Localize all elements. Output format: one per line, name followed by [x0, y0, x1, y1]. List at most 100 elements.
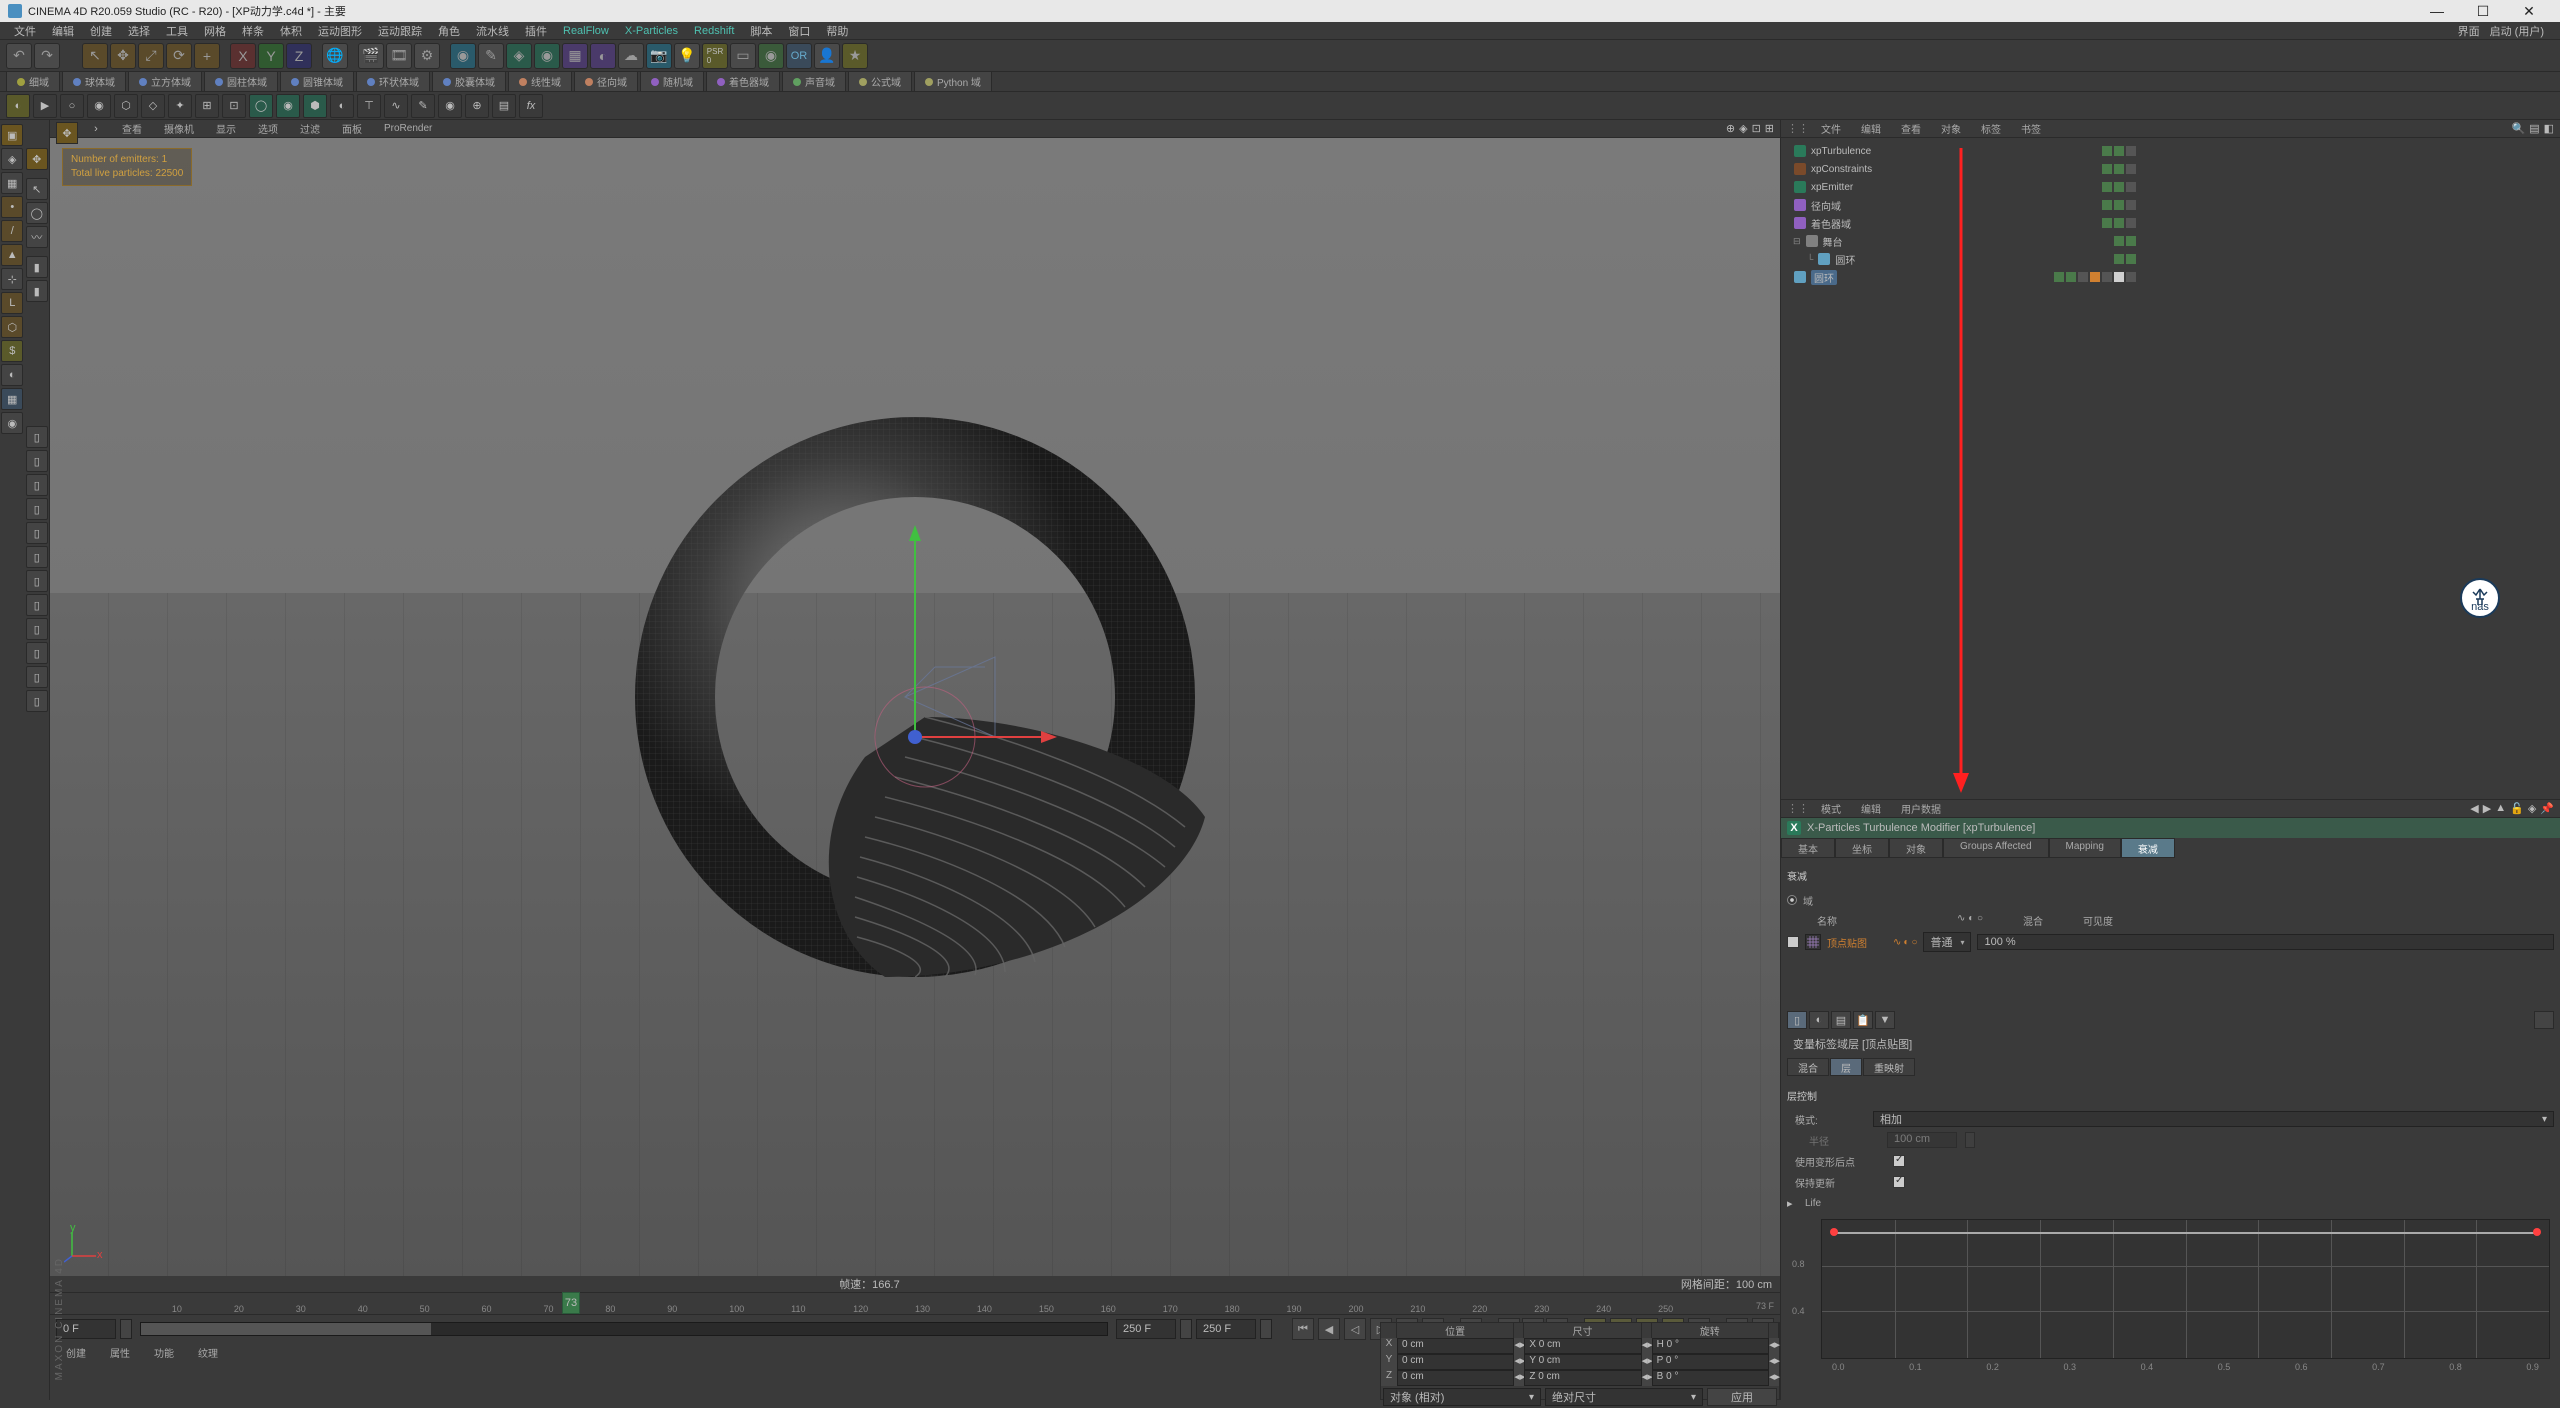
modeling-tool-8[interactable]: ▯: [26, 594, 48, 616]
attr-menu-userdata[interactable]: 用户数据: [1893, 801, 1949, 816]
workplane-snap[interactable]: ◐: [1, 364, 23, 386]
shelf-tab-1[interactable]: 球体域: [62, 71, 126, 92]
shelf-icon-18[interactable]: ⊕: [465, 94, 489, 118]
menu-网格[interactable]: 网格: [196, 23, 234, 39]
torus-object[interactable]: [565, 357, 1265, 1057]
obj-name[interactable]: 舞台: [1823, 234, 1843, 249]
shelf-tab-3[interactable]: 圆柱体域: [204, 71, 278, 92]
om-menu-view[interactable]: 查看: [1893, 121, 1929, 136]
subdivision-button[interactable]: ◈: [506, 43, 532, 69]
attr-tab-coord[interactable]: 坐标: [1835, 838, 1889, 858]
shelf-icon-19[interactable]: ▤: [492, 94, 516, 118]
vp-menu-panel[interactable]: 面板: [336, 121, 368, 136]
menu-文件[interactable]: 文件: [6, 23, 44, 39]
layer-tab-layer[interactable]: 层: [1830, 1058, 1862, 1076]
shelf-tab-6[interactable]: 胶囊体域: [432, 71, 506, 92]
obj-name[interactable]: xpConstraints: [1811, 164, 1872, 175]
tab-texture[interactable]: 纹理: [188, 1344, 228, 1361]
grid-button[interactable]: ▦: [1, 388, 23, 410]
menu-运动跟踪[interactable]: 运动跟踪: [370, 23, 430, 39]
attr-tab-basic[interactable]: 基本: [1781, 838, 1835, 858]
attr-new-icon[interactable]: ◈: [2528, 802, 2536, 815]
shelf-tab-7[interactable]: 线性域: [508, 71, 572, 92]
tree-row-1[interactable]: xpConstraints: [1785, 160, 2556, 178]
bookmark-button[interactable]: ★: [842, 43, 868, 69]
shelf-icon-8[interactable]: ⊞: [195, 94, 219, 118]
obj-name[interactable]: 径向域: [1811, 198, 1841, 213]
menu-x-particles[interactable]: X-Particles: [617, 25, 686, 37]
workplane-button[interactable]: ▦: [1, 172, 23, 194]
shelf-tab-0[interactable]: 细域: [6, 71, 60, 92]
uv-point-button[interactable]: L: [1, 292, 23, 314]
tree-row-3[interactable]: 径向域: [1785, 196, 2556, 214]
life-curve-graph[interactable]: 0.8 0.4 0.00.10.20.30.40.50.60.70.80.9: [1821, 1219, 2550, 1359]
om-filter-icon[interactable]: ▤: [2529, 122, 2539, 135]
shelf-tab-4[interactable]: 圆锥体域: [280, 71, 354, 92]
tree-row-6[interactable]: └圆环: [1785, 250, 2556, 268]
volume-button[interactable]: ◉: [758, 43, 784, 69]
vp-menu-options[interactable]: 选项: [252, 121, 284, 136]
z-axis-toggle[interactable]: Z: [286, 43, 312, 69]
vp-nav-icon-4[interactable]: ⊞: [1765, 122, 1774, 135]
attr-tab-object[interactable]: 对象: [1889, 838, 1943, 858]
coord-size-dropdown[interactable]: 绝对尺寸: [1545, 1388, 1703, 1406]
field-opacity-slider[interactable]: 100 %: [1977, 934, 2554, 950]
model-mode-button[interactable]: ▣: [1, 124, 23, 146]
shelf-icon-16[interactable]: ✎: [411, 94, 435, 118]
field-blend-dropdown[interactable]: 普通: [1923, 932, 1971, 952]
attr-tab-mapping[interactable]: Mapping: [2049, 838, 2121, 858]
attr-up-icon[interactable]: ▲: [2495, 802, 2506, 815]
om-path-icon[interactable]: ◧: [2544, 122, 2554, 135]
shelf-tab-11[interactable]: 声音域: [782, 71, 846, 92]
play-back-button[interactable]: ◁: [1344, 1318, 1366, 1340]
shelf-tab-5[interactable]: 环状体域: [356, 71, 430, 92]
layer-btn-5[interactable]: ▼: [1875, 1011, 1895, 1029]
obj-name[interactable]: 圆环: [1835, 252, 1855, 267]
obj-name[interactable]: xpTurbulence: [1811, 146, 1871, 157]
vp-menu-camera[interactable]: 摄像机: [158, 121, 200, 136]
menu-选择[interactable]: 选择: [120, 23, 158, 39]
layer-btn-3[interactable]: ▤: [1831, 1011, 1851, 1029]
obj-name[interactable]: 圆环: [1811, 270, 1837, 285]
menu-创建[interactable]: 创建: [82, 23, 120, 39]
attr-tab-groups[interactable]: Groups Affected: [1943, 838, 2049, 858]
start-spinner[interactable]: [120, 1319, 132, 1339]
om-menu-objects[interactable]: 对象: [1933, 121, 1969, 136]
shelf-icon-5[interactable]: ⬡: [114, 94, 138, 118]
shelf-icon-4[interactable]: ◉: [87, 94, 111, 118]
shelf-icon-3[interactable]: ○: [60, 94, 84, 118]
shelf-icon-7[interactable]: ✦: [168, 94, 192, 118]
scale-tool[interactable]: ⤢: [138, 43, 164, 69]
soft-select-button[interactable]: ◉: [1, 412, 23, 434]
shelf-icon-10[interactable]: ◯: [249, 94, 273, 118]
attr-tab-falloff[interactable]: 衰减: [2121, 838, 2175, 858]
mograph-button[interactable]: OR: [786, 43, 812, 69]
tree-row-7[interactable]: 圆环: [1785, 268, 2556, 286]
close-button[interactable]: ✕: [2506, 0, 2552, 22]
shelf-tab-12[interactable]: 公式域: [848, 71, 912, 92]
move-tool[interactable]: ✥: [110, 43, 136, 69]
vp-menu-prorender[interactable]: ProRender: [378, 123, 438, 134]
attr-menu-mode[interactable]: 模式: [1813, 801, 1849, 816]
menu-插件[interactable]: 插件: [517, 23, 555, 39]
timeline-scrubber[interactable]: [140, 1322, 1108, 1336]
timeline-end-input[interactable]: 250 F: [1116, 1319, 1176, 1339]
tab-function[interactable]: 功能: [144, 1344, 184, 1361]
timeline-range-end[interactable]: 250 F: [1196, 1319, 1256, 1339]
modeling-tool-12[interactable]: ▯: [26, 690, 48, 712]
layer-search-button[interactable]: [2534, 1011, 2554, 1029]
layer-btn-1[interactable]: ▯: [1787, 1011, 1807, 1029]
menu-编辑[interactable]: 编辑: [44, 23, 82, 39]
menu-流水线[interactable]: 流水线: [468, 23, 517, 39]
vp-nav-icon-1[interactable]: ⊕: [1726, 122, 1735, 135]
coord-system-button[interactable]: 🌐: [322, 43, 348, 69]
shelf-tab-2[interactable]: 立方体域: [128, 71, 202, 92]
range-spinner[interactable]: [1260, 1319, 1272, 1339]
generator-button[interactable]: ◉: [534, 43, 560, 69]
shelf-icon-13[interactable]: ◐: [330, 94, 354, 118]
coord-apply-button[interactable]: 应用: [1707, 1388, 1777, 1406]
select-tool[interactable]: ↖: [82, 43, 108, 69]
playhead[interactable]: 73: [562, 1292, 580, 1314]
point-mode-button[interactable]: •: [1, 196, 23, 218]
tab-attributes[interactable]: 属性: [100, 1344, 140, 1361]
